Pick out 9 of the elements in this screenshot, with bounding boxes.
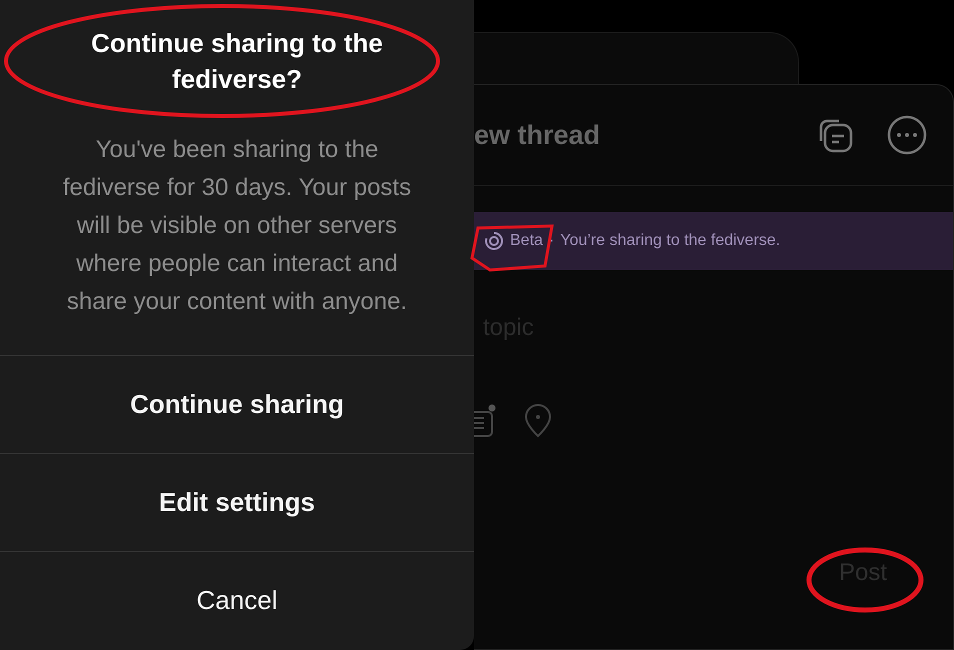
more-icon[interactable] [887,115,927,155]
composer-title: ew thread [474,120,602,150]
dialog-title: Continue sharing to the fediverse? [90,27,384,96]
dialog-message: You've been sharing to the fediverse for 30 days. Your posts will be visible on other servers where people can interact and share your content with anyone. [62,135,412,317]
fediverse-icon [484,231,504,251]
poll-icon[interactable] [474,404,496,438]
separator-dot: · [548,232,554,250]
beta-label: Beta [510,232,543,250]
banner-text: You’re sharing to the fediverse. [560,232,780,250]
